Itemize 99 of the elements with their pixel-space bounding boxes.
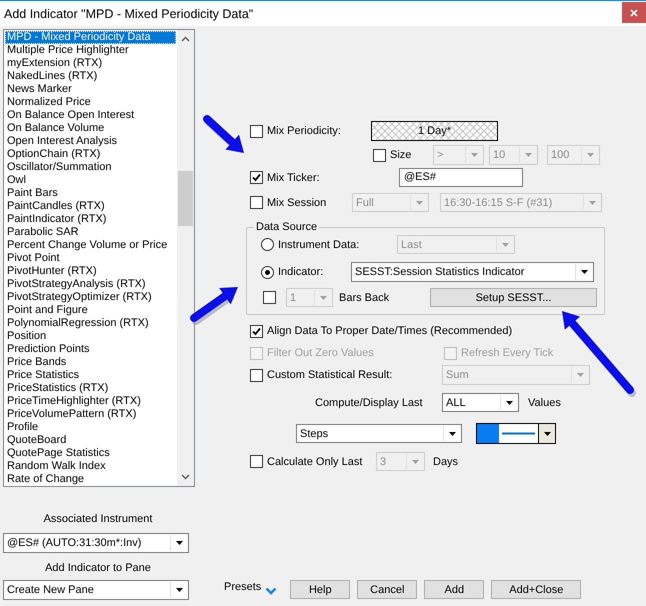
scroll-down-icon[interactable] bbox=[181, 474, 190, 480]
caret-icon bbox=[176, 541, 182, 545]
pane-label: Add Indicator to Pane bbox=[44, 561, 152, 575]
checkbox-label: Mix Ticker: bbox=[267, 172, 321, 184]
source-dropdown[interactable]: SESST:Session Statistics Indicator bbox=[351, 262, 594, 282]
indicator-item[interactable]: Parabolic SAR bbox=[5, 226, 176, 239]
pane-dropdown[interactable]: Create New Pane bbox=[3, 580, 189, 600]
caret-icon bbox=[576, 373, 584, 377]
indicator-item[interactable]: PivotStrategyOptimizer (RTX) bbox=[5, 291, 176, 304]
radio-button[interactable] bbox=[261, 266, 274, 278]
indicator-item[interactable]: On Balance Volume bbox=[5, 122, 176, 135]
bars-back-label: Bars Back bbox=[339, 292, 390, 304]
indicator-item[interactable]: Normalized Price bbox=[5, 96, 176, 109]
indicator-item[interactable]: PivotStrategyAnalysis (RTX) bbox=[5, 278, 176, 291]
indicator-item[interactable]: PaintCandles (RTX) bbox=[5, 200, 176, 213]
indicator-item[interactable]: Profile bbox=[5, 421, 176, 434]
indicator-item[interactable]: Oscillator/Summation bbox=[5, 161, 176, 174]
checkbox[interactable] bbox=[250, 324, 263, 338]
checkbox-label: Custom Statistical Result: bbox=[267, 369, 394, 381]
indicator-item[interactable]: Multiple Price Highlighter bbox=[5, 44, 176, 57]
dialog-button[interactable]: Add+Close bbox=[491, 580, 582, 599]
caret-icon bbox=[544, 432, 550, 436]
caret-icon bbox=[506, 400, 512, 404]
pointer-arrow bbox=[203, 115, 244, 153]
dialog-button[interactable]: Add bbox=[424, 580, 484, 599]
caret-icon bbox=[416, 200, 422, 204]
indicator-item[interactable]: Position bbox=[5, 330, 176, 343]
checkbox[interactable] bbox=[250, 124, 263, 138]
caret-icon bbox=[502, 242, 508, 246]
checkbox-label: Filter Out Zero Values bbox=[267, 347, 375, 359]
indicator-item[interactable]: Point and Figure bbox=[5, 304, 176, 317]
pointer-arrow bbox=[190, 287, 238, 325]
caret-icon bbox=[320, 296, 326, 300]
scroll-up-icon[interactable] bbox=[181, 36, 190, 42]
line-color-picker[interactable] bbox=[476, 423, 556, 444]
window-title: Add Indicator "MPD - Mixed Periodicity Data" bbox=[4, 6, 254, 20]
indicator-item[interactable]: Paint Bars bbox=[5, 187, 176, 200]
caret-icon bbox=[586, 153, 594, 157]
scroll-thumb[interactable] bbox=[178, 171, 193, 226]
ticker-field[interactable]: @ES# bbox=[399, 168, 523, 187]
indicator-item[interactable]: Random Walk Index bbox=[5, 460, 176, 473]
plot-style-dropdown[interactable]: Steps bbox=[296, 424, 462, 443]
checkbox-label: Align Data To Proper Date/Times (Recommended) bbox=[267, 325, 512, 337]
indicator-item[interactable]: News Marker bbox=[5, 83, 176, 96]
radio-label: Instrument Data: bbox=[278, 238, 360, 250]
days-label: Days bbox=[433, 456, 458, 468]
scrollbar[interactable] bbox=[177, 30, 194, 486]
indicator-item[interactable]: MPD - Mixed Periodicity Data bbox=[5, 31, 176, 44]
checkbox-label: Calculate Only Last bbox=[267, 456, 364, 468]
chevron-down-icon[interactable] bbox=[265, 587, 278, 595]
indicator-item[interactable]: PriceStatistics (RTX) bbox=[5, 382, 176, 395]
caret-icon bbox=[470, 153, 478, 157]
close-button[interactable] bbox=[622, 2, 646, 23]
indicator-item[interactable]: Owl bbox=[5, 174, 176, 187]
indicator-item[interactable]: PaintIndicator (RTX) bbox=[5, 213, 176, 226]
checkbox[interactable] bbox=[373, 148, 386, 162]
checkbox-label: Mix Session bbox=[267, 196, 328, 208]
checkbox[interactable] bbox=[250, 196, 263, 209]
checkbox-label: Size bbox=[390, 149, 412, 161]
associated-instrument-label: Associated Instrument bbox=[42, 512, 154, 526]
indicator-item[interactable]: NakedLines (RTX) bbox=[5, 70, 176, 83]
dialog-button[interactable]: Help bbox=[290, 580, 350, 599]
indicator-item[interactable]: Price Bands bbox=[5, 356, 176, 369]
close-icon bbox=[630, 8, 638, 16]
presets-label: Presets bbox=[224, 580, 262, 592]
values-label: Values bbox=[528, 396, 561, 408]
dialog-button[interactable]: Cancel bbox=[357, 580, 418, 599]
indicator-item[interactable]: Pivot Point bbox=[5, 252, 176, 265]
indicator-item[interactable]: OptionChain (RTX) bbox=[5, 148, 176, 161]
line-style-icon bbox=[502, 432, 535, 435]
indicator-item[interactable]: PivotHunter (RTX) bbox=[5, 265, 176, 278]
indicator-item[interactable]: PriceTimeHighlighter (RTX) bbox=[5, 395, 176, 408]
instrument-dropdown[interactable]: @ES# (AUTO:31:30m*:Inv) bbox=[3, 533, 189, 553]
group-title: Data Source bbox=[255, 221, 318, 233]
indicator-item[interactable]: PriceVolumePattern (RTX) bbox=[5, 408, 176, 421]
checkbox[interactable] bbox=[250, 171, 263, 184]
checkbox-label: Refresh Every Tick bbox=[461, 347, 554, 359]
caret-icon bbox=[176, 588, 182, 592]
indicator-item[interactable]: myExtension (RTX) bbox=[5, 57, 176, 70]
indicator-item[interactable]: Open Interest Analysis bbox=[5, 135, 176, 148]
caret-icon bbox=[588, 200, 596, 204]
caret-icon bbox=[524, 153, 532, 157]
indicator-item[interactable]: Prediction Points bbox=[5, 343, 176, 356]
indicator-item[interactable]: Percent Change Volume or Price bbox=[5, 239, 176, 252]
indicator-item[interactable]: Price Statistics bbox=[5, 369, 176, 382]
indicator-item[interactable]: PolynomialRegression (RTX) bbox=[5, 317, 176, 330]
setup-button[interactable]: Setup SESST... bbox=[430, 288, 597, 307]
radio-label: Indicator: bbox=[278, 266, 324, 278]
indicator-item[interactable]: Rate of Change bbox=[5, 473, 176, 486]
compute-dropdown[interactable]: ALL bbox=[442, 393, 519, 412]
indicator-item[interactable]: QuoteBoard bbox=[5, 434, 176, 447]
checkbox-label: Mix Periodicity: bbox=[267, 125, 342, 137]
caret-icon bbox=[412, 460, 418, 464]
compute-label: Compute/Display Last bbox=[315, 396, 424, 408]
periodicity-button[interactable]: 1 Day* bbox=[371, 121, 498, 141]
caret-icon bbox=[580, 270, 588, 274]
indicator-item[interactable]: On Balance Open Interest bbox=[5, 109, 176, 122]
indicator-item[interactable]: QuotePage Statistics bbox=[5, 447, 176, 460]
caret-icon bbox=[448, 432, 456, 436]
